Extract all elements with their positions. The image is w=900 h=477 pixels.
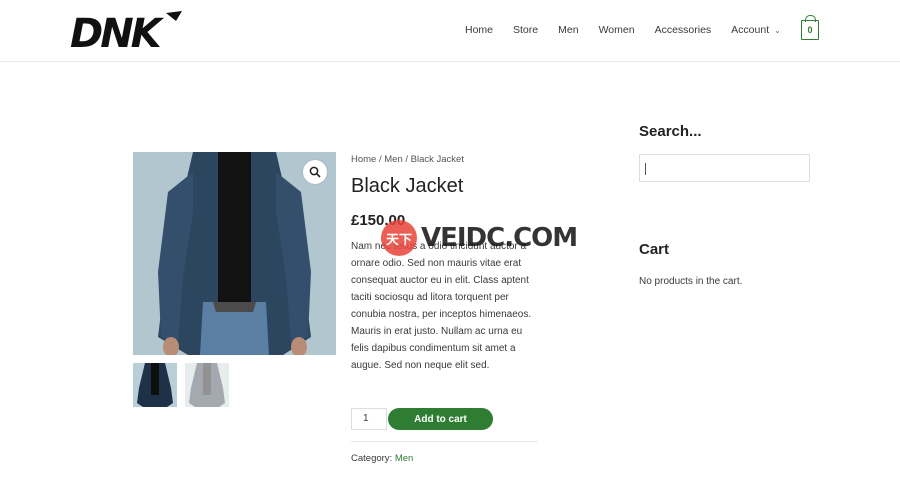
- category-link[interactable]: Men: [395, 453, 413, 464]
- magnifier-icon[interactable]: [303, 160, 327, 184]
- cart-widget-title: Cart: [639, 241, 670, 258]
- text-caret: [645, 163, 646, 175]
- main-nav: Home Store Men Women Accessories Account…: [465, 24, 801, 36]
- category-label: Category:: [351, 453, 393, 464]
- nav-account[interactable]: Account ⌄: [731, 24, 781, 36]
- add-to-cart-button[interactable]: Add to cart: [388, 408, 493, 430]
- cart-count: 0: [807, 25, 813, 35]
- nav-accessories[interactable]: Accessories: [655, 24, 712, 36]
- nav-women[interactable]: Women: [599, 24, 635, 36]
- product-category: Category: Men: [351, 453, 413, 464]
- search-input[interactable]: [639, 154, 810, 182]
- divider: [351, 441, 538, 442]
- product-thumbnail-2[interactable]: [185, 363, 229, 407]
- breadcrumb[interactable]: Home / Men / Black Jacket: [351, 154, 464, 165]
- search-widget-title: Search...: [639, 123, 702, 140]
- nav-store[interactable]: Store: [513, 24, 538, 36]
- shopping-bag-icon[interactable]: 0: [801, 15, 819, 40]
- product-description: Nam nec tellus a odio tincidunt auctor a…: [351, 241, 532, 371]
- product-thumbnail-1[interactable]: [133, 363, 177, 407]
- nav-account-label: Account: [731, 24, 770, 36]
- site-watermark: 天下 VEIDC.COM: [381, 220, 578, 256]
- site-logo[interactable]: DNK: [70, 7, 182, 53]
- watermark-circle: 天下: [381, 220, 417, 256]
- nav-men[interactable]: Men: [558, 24, 578, 36]
- watermark-text: VEIDC.COM: [421, 223, 578, 253]
- svg-text:DNK: DNK: [70, 11, 165, 53]
- nav-home[interactable]: Home: [465, 24, 493, 36]
- product-main-image[interactable]: [133, 152, 336, 355]
- product-title: Black Jacket: [351, 175, 464, 197]
- site-header: DNK Home Store Men Women Accessories Acc…: [0, 0, 900, 62]
- quantity-input[interactable]: 1: [351, 408, 387, 430]
- cart-empty-message: No products in the cart.: [639, 276, 743, 287]
- chevron-down-icon: ⌄: [774, 26, 781, 35]
